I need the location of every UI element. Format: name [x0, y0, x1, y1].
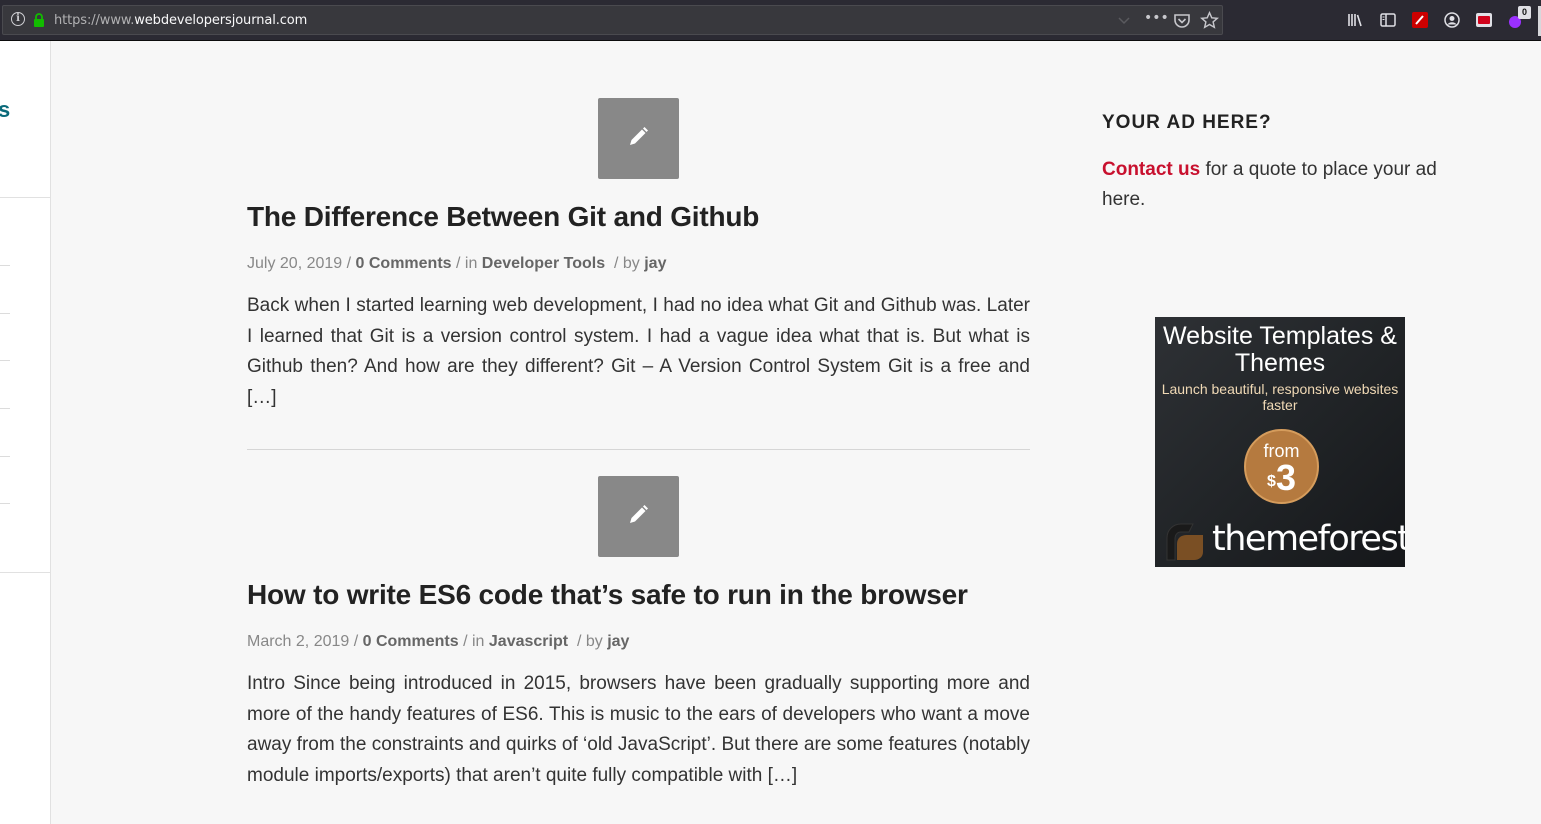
post-author-link[interactable]: jay: [607, 633, 629, 650]
price-value: $3: [1246, 459, 1317, 497]
price-amount: 3: [1275, 457, 1296, 498]
lock-icon[interactable]: [33, 13, 45, 28]
sidebar-divider: [0, 197, 51, 198]
bookmark-star-icon[interactable]: [1200, 11, 1219, 30]
site-logo-fragment[interactable]: s: [0, 97, 10, 123]
banner-title: Website Templates & Themes: [1163, 322, 1397, 377]
post-meta: July 20, 2019 / 0 Comments / in Develope…: [247, 255, 666, 273]
menu-item-divider: [0, 456, 10, 457]
extension-pen-icon[interactable]: [1411, 11, 1429, 29]
extension-video-icon[interactable]: [1475, 11, 1493, 29]
themeforest-banner[interactable]: Website Templates & Themes Launch beauti…: [1155, 317, 1405, 567]
page-actions-button[interactable]: •••: [1144, 10, 1169, 26]
meta-sep: /: [349, 633, 363, 650]
ad-widget-heading: YOUR AD HERE?: [1102, 112, 1272, 133]
banner-brand: themeforest: [1212, 519, 1405, 559]
ad-widget-text: Contact us for a quote to place your ad …: [1102, 155, 1462, 215]
post-excerpt: Intro Since being introduced in 2015, br…: [247, 673, 1030, 786]
post-format-icon[interactable]: [598, 476, 679, 557]
post-date[interactable]: March 2, 2019: [247, 633, 349, 650]
browser-toolbar: i https://www.webdevelopersjournal.com •…: [0, 0, 1541, 41]
menu-item-divider: [0, 360, 10, 361]
contact-us-link[interactable]: Contact us: [1102, 159, 1200, 180]
post-date[interactable]: July 20, 2019: [247, 255, 342, 272]
banner-subtitle: Launch beautiful, responsive websites fa…: [1161, 381, 1399, 413]
post-title[interactable]: How to write ES6 code that’s safe to run…: [247, 579, 968, 611]
meta-in-label: / in: [451, 255, 482, 272]
pencil-icon: [630, 127, 648, 145]
extension-badge-count: 0: [1518, 6, 1531, 19]
meta-by-label: / by: [609, 255, 645, 272]
menu-item-divider: [0, 313, 10, 314]
address-bar[interactable]: i https://www.webdevelopersjournal.com •…: [2, 5, 1223, 35]
sidebar-divider: [0, 572, 51, 573]
sidebar-icon[interactable]: [1379, 11, 1397, 29]
pencil-icon: [630, 505, 648, 523]
meta-sep: /: [342, 255, 356, 272]
post-excerpt: Back when I started learning web develop…: [247, 295, 1030, 408]
post-author-link[interactable]: jay: [644, 255, 666, 272]
menu-item-divider: [0, 503, 10, 504]
account-icon[interactable]: [1443, 11, 1461, 29]
url-text[interactable]: https://www.webdevelopersjournal.com: [54, 13, 307, 28]
meta-by-label: / by: [572, 633, 608, 650]
post-comments-link[interactable]: 0 Comments: [356, 255, 452, 272]
post-comments-link[interactable]: 0 Comments: [363, 633, 459, 650]
post-category-link[interactable]: Javascript: [489, 633, 568, 650]
post-category-link[interactable]: Developer Tools: [482, 255, 605, 272]
post-format-icon[interactable]: [598, 98, 679, 179]
price-badge: from $3: [1244, 429, 1319, 504]
library-icon[interactable]: [1347, 11, 1365, 29]
menu-item-divider: [0, 265, 10, 266]
left-sidebar: s: [0, 41, 51, 824]
post-meta: March 2, 2019 / 0 Comments / in Javascri…: [247, 633, 629, 651]
info-icon[interactable]: i: [11, 12, 25, 26]
price-currency: $: [1267, 473, 1276, 490]
menu-item-divider: [0, 408, 10, 409]
chevron-down-icon[interactable]: [1117, 15, 1131, 27]
themeforest-logo-icon: [1166, 523, 1203, 561]
post-title[interactable]: The Difference Between Git and Github: [247, 201, 759, 233]
pocket-icon[interactable]: [1173, 12, 1191, 30]
post-divider: [247, 449, 1030, 450]
meta-in-label: / in: [458, 633, 489, 650]
